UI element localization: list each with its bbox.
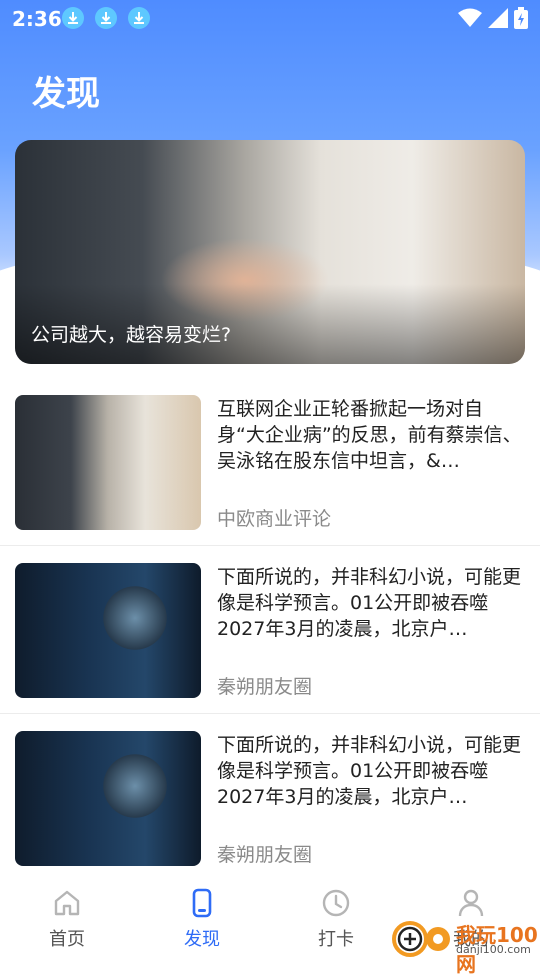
- article-summary: 下面所说的，并非科幻小说，可能更像是科学预言。01公开即被吞噬2027年3月的凌…: [217, 734, 522, 808]
- download-icon: [95, 7, 117, 29]
- article-thumbnail: [15, 395, 201, 530]
- article-summary: 下面所说的，并非科幻小说，可能更像是科学预言。01公开即被吞噬2027年3月的凌…: [217, 566, 522, 640]
- download-icon: [62, 7, 84, 29]
- page-title: 发现: [32, 74, 100, 114]
- watermark-logo-icon: [392, 921, 450, 957]
- featured-banner[interactable]: 公司越大，越容易变烂?: [15, 140, 525, 364]
- tab-label: 首页: [49, 929, 85, 950]
- home-icon: [54, 890, 80, 916]
- article-item[interactable]: 互联网企业正轮番掀起一场对自身“大企业病”的反思，前有蔡崇信、吴泳铭在股东信中坦…: [0, 378, 540, 546]
- phone-icon: [192, 888, 212, 918]
- tab-checkin[interactable]: 打卡: [296, 887, 376, 951]
- tab-label: 打卡: [318, 929, 354, 950]
- download-icon: [128, 7, 150, 29]
- article-summary: 互联网企业正轮番掀起一场对自身“大企业病”的反思，前有蔡崇信、吴泳铭在股东信中坦…: [217, 398, 522, 472]
- article-source: 中欧商业评论: [217, 508, 332, 530]
- banner-caption: 公司越大，越容易变烂?: [31, 324, 232, 346]
- article-thumbnail: [15, 563, 201, 698]
- status-time: 2:36: [12, 7, 62, 31]
- watermark-url: danji100.com: [456, 943, 531, 956]
- signal-icon: [488, 8, 508, 28]
- watermark: 我玩100网 danji100.com: [390, 917, 540, 976]
- article-thumbnail: [15, 731, 201, 866]
- article-source: 秦朔朋友圈: [217, 844, 313, 866]
- article-list: 互联网企业正轮番掀起一场对自身“大企业病”的反思，前有蔡崇信、吴泳铭在股东信中坦…: [0, 378, 540, 882]
- user-icon: [458, 889, 484, 917]
- tab-home[interactable]: 首页: [27, 887, 107, 951]
- article-item[interactable]: 下面所说的，并非科幻小说，可能更像是科学预言。01公开即被吞噬2027年3月的凌…: [0, 546, 540, 714]
- article-source: 秦朔朋友圈: [217, 676, 313, 698]
- status-bar: 2:36: [0, 0, 540, 38]
- article-item[interactable]: 下面所说的，并非科幻小说，可能更像是科学预言。01公开即被吞噬2027年3月的凌…: [0, 714, 540, 882]
- wifi-icon: [458, 8, 482, 27]
- tab-discover[interactable]: 发现: [162, 887, 242, 951]
- battery-icon: [514, 7, 528, 29]
- tab-label: 发现: [184, 929, 220, 950]
- clock-icon: [322, 889, 350, 917]
